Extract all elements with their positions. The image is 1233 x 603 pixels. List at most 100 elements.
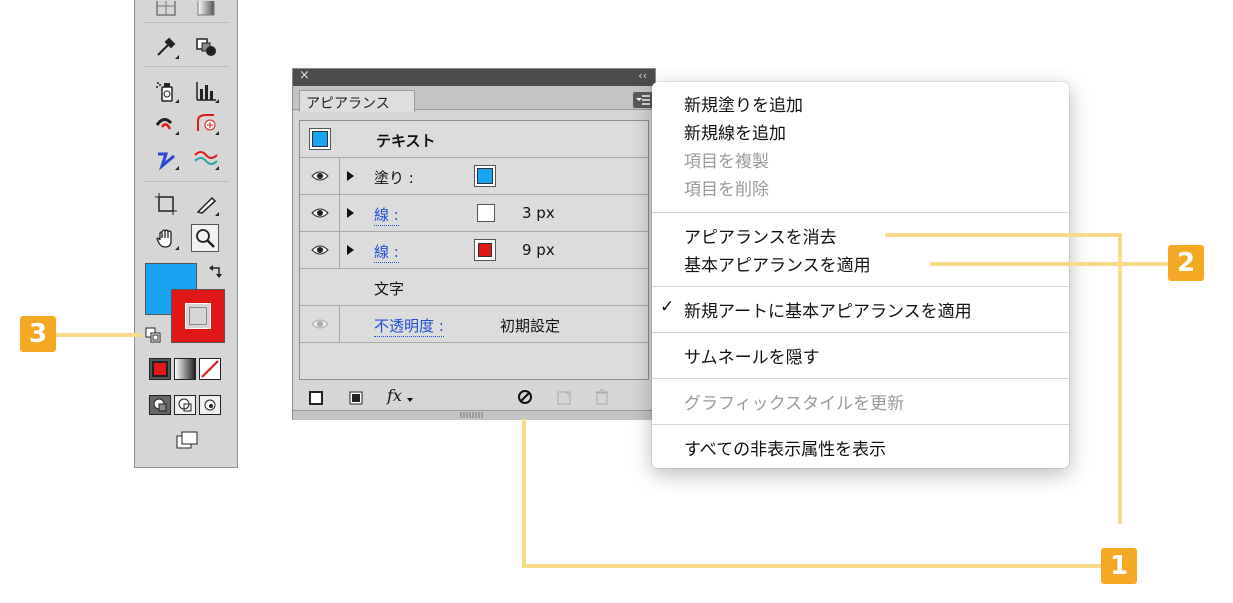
gradient-mode-button[interactable] [174,358,196,380]
mesh-icon [156,1,176,16]
swap-arrows-icon [209,265,222,278]
column-graph-tool[interactable] [191,78,221,104]
mesh-tool[interactable] [151,0,181,18]
none-slash-icon [201,360,219,378]
menu-item-new-art-basic-appearance[interactable]: 新規アートに基本アピアランスを適用 [684,297,972,322]
menu-item-show-all-hidden-attributes[interactable]: すべての非表示属性を表示 [684,435,886,460]
stroke-link[interactable]: 線 : [374,241,399,263]
panel-footer: fx [293,384,655,410]
appearance-row-characters[interactable]: 文字 [300,269,648,306]
tool-flyout-indicator [175,131,179,135]
hand-tool[interactable] [151,225,181,251]
panel-menu-button[interactable] [633,92,653,108]
draw-inside-button[interactable] [199,395,221,415]
warp-tool[interactable] [151,110,181,136]
characters-label: 文字 [374,280,405,298]
panel-titlebar: × ‹‹ [293,68,655,86]
stroke-swatch[interactable] [477,204,495,222]
visibility-toggle[interactable] [300,306,340,342]
callout-1-line [1118,234,1122,524]
symbol-sprayer-tool[interactable] [151,78,181,104]
appearance-list: テキスト 塗り : 線 : 3 px 線: 9 px 文字 不透明度: 初期… [299,120,649,380]
add-new-stroke-button[interactable] [309,390,323,409]
menu-item-add-new-stroke[interactable]: 新規線を追加 [684,119,786,144]
visibility-toggle[interactable] [300,195,340,231]
stroke-weight: 9 px [522,241,555,259]
eye-icon [310,171,329,181]
magnifier-icon [196,229,215,248]
toolbar-separator [143,181,229,182]
callout-2-line [930,262,1170,266]
width-tool[interactable] [151,145,181,171]
menu-separator [652,212,1069,213]
disclosure-triangle[interactable] [347,171,354,181]
stroke-color-swatch[interactable] [171,289,225,343]
appearance-row-opacity[interactable]: 不透明度 : 初期設定 [300,306,648,343]
menu-item-clear-appearance[interactable]: アピアランスを消去 [684,223,837,248]
opacity-link[interactable]: 不透明度 : [374,315,444,337]
tool-flyout-indicator [175,55,179,59]
default-colors-icon [145,327,161,343]
appearance-row-stroke[interactable]: 線 : 3 px [300,195,648,232]
stroke-swatch[interactable] [474,239,496,261]
artboard-tool[interactable] [151,191,181,217]
default-fill-stroke-button[interactable] [145,327,161,347]
appearance-row-stroke[interactable]: 線 : 9 px [300,232,648,269]
visibility-toggle[interactable] [300,158,340,194]
appearance-panel: × ‹‹ アピアランス テキスト 塗り : 線: 3 px 線: 9 px … [292,68,656,420]
fill-swatch[interactable] [474,165,496,187]
menu-item-redefine-graphic-style[interactable]: グラフィックスタイルを更新 [684,389,904,414]
draw-normal-button[interactable] [149,395,171,415]
duplicate-icon [557,391,571,405]
slice-tool[interactable] [191,191,221,217]
tool-flyout-indicator [175,166,179,170]
stroke-weight: 3 px [522,204,555,222]
panel-menu-icon [636,95,650,105]
clear-appearance-button[interactable] [517,389,533,409]
zoom-tool[interactable] [191,224,219,252]
color-mode-button[interactable] [149,358,171,380]
menu-item-reduce-to-basic-appearance[interactable]: 基本アピアランスを適用 [684,251,871,276]
perspective-tool[interactable] [191,110,221,136]
appearance-row-fill[interactable]: 塗り : [300,158,648,195]
panel-resize-bar[interactable] [293,410,655,420]
add-new-fill-button[interactable] [349,390,363,409]
target-thumbnail [309,128,331,150]
menu-item-add-new-fill[interactable]: 新規塗りを追加 [684,91,803,116]
callout-3-line [56,333,142,337]
curvature-tool[interactable] [191,145,221,171]
callout-1-line [522,419,526,567]
stroke-link[interactable]: 線 : [374,204,399,226]
screen-mode-icon [176,431,198,449]
panel-collapse-button[interactable]: ‹‹ [638,69,647,82]
grip-icon [460,412,483,418]
clear-icon [518,390,532,404]
appearance-panel-menu: 新規塗りを追加 新規線を追加 項目を複製 項目を削除 アピアランスを消去 基本ア… [652,82,1069,468]
eyedropper-tool[interactable] [151,34,181,60]
visibility-toggle[interactable] [300,232,340,268]
screen-mode-button[interactable] [172,428,202,454]
menu-item-duplicate-item[interactable]: 項目を複製 [684,147,769,172]
appearance-target-row[interactable]: テキスト [300,121,648,158]
delete-item-button[interactable] [595,389,609,409]
draw-behind-button[interactable] [174,395,196,415]
callout-1-line [522,564,1101,568]
tab-appearance[interactable]: アピアランス [299,90,415,112]
disclosure-triangle[interactable] [347,208,354,218]
none-mode-button[interactable] [199,358,221,380]
tool-flyout-indicator [215,99,219,103]
panel-close-button[interactable]: × [299,68,310,83]
artboard-icon [155,193,177,215]
blend-icon [196,38,216,56]
blend-tool[interactable] [191,34,221,60]
draw-normal-icon [153,398,167,412]
disclosure-triangle[interactable] [347,245,354,255]
gradient-tool[interactable] [191,0,221,18]
menu-item-remove-item[interactable]: 項目を削除 [684,175,769,200]
swap-fill-stroke-button[interactable] [207,264,225,284]
tool-flyout-indicator [175,246,179,250]
add-effect-button[interactable]: fx [387,386,402,405]
menu-item-hide-thumbnail[interactable]: サムネールを隠す [684,343,820,368]
color-mode-buttons [149,358,225,380]
duplicate-item-button[interactable] [557,390,571,409]
